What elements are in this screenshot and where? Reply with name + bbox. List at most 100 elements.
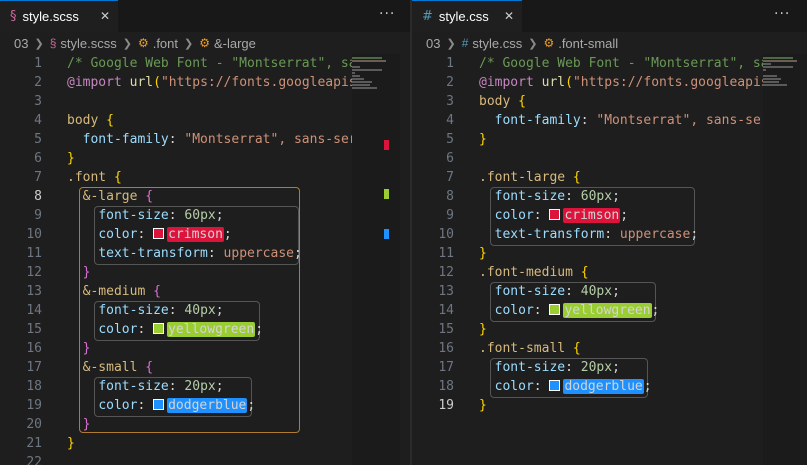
tab-title: style.scss [22, 9, 79, 24]
code-line[interactable] [67, 92, 352, 111]
code-line[interactable]: body { [479, 92, 764, 111]
code-line[interactable]: &-large { [67, 187, 352, 206]
code-line[interactable]: .font-medium { [479, 263, 764, 282]
line-number: 7 [446, 170, 454, 185]
code-line[interactable]: font-size: 20px; [67, 377, 352, 396]
line-number: 5 [34, 132, 42, 147]
code-line[interactable] [67, 453, 352, 465]
color-swatch[interactable] [153, 228, 165, 239]
color-marker [384, 229, 389, 239]
code-line[interactable]: font-family: "Montserrat", sans-ser [479, 111, 764, 130]
color-swatch[interactable] [153, 323, 165, 334]
line-number: 8 [446, 189, 454, 204]
css-icon: # [422, 9, 433, 24]
line-number: 22 [26, 455, 42, 465]
code-line[interactable]: color: yellowgreen; [67, 320, 352, 339]
editor-group-right: # style.css ✕ ··· 03 ❯ # style.css ❯ ⚙ .… [412, 0, 807, 465]
code-line[interactable]: color: yellowgreen; [479, 301, 764, 320]
code-line[interactable]: } [67, 339, 352, 358]
code-line[interactable]: .font-small { [479, 339, 764, 358]
line-number: 18 [26, 379, 42, 394]
symbol-class-icon: ⚙ [199, 36, 210, 50]
breadcrumb-folder[interactable]: 03 [14, 36, 28, 51]
code-line[interactable]: } [67, 263, 352, 282]
code-line[interactable]: color: dodgerblue; [479, 377, 764, 396]
code-line[interactable]: color: dodgerblue; [67, 396, 352, 415]
line-number: 10 [438, 227, 454, 242]
line-number: 19 [438, 398, 454, 413]
line-number: 16 [438, 341, 454, 356]
line-number: 14 [26, 303, 42, 318]
color-marker [384, 140, 389, 150]
color-swatch[interactable] [549, 380, 561, 391]
line-number: 17 [26, 360, 42, 375]
code-line[interactable]: /* Google Web Font - "Montserrat", sa [67, 54, 352, 73]
minimap[interactable] [763, 54, 807, 465]
overview-ruler[interactable] [384, 54, 410, 465]
code-line[interactable]: color: crimson; [67, 225, 352, 244]
line-number: 18 [438, 379, 454, 394]
code-line[interactable] [479, 149, 764, 168]
code-line[interactable]: } [479, 130, 764, 149]
code-line[interactable]: /* Google Web Font - "Montserrat", sa [479, 54, 764, 73]
more-actions-icon[interactable]: ··· [774, 6, 790, 22]
line-number: 5 [446, 132, 454, 147]
line-number: 19 [26, 398, 42, 413]
tab-style-css[interactable]: # style.css ✕ [412, 0, 522, 32]
code-line[interactable]: body { [67, 111, 352, 130]
more-actions-icon[interactable]: ··· [379, 6, 395, 22]
breadcrumb-symbol[interactable]: .font-small [558, 36, 618, 51]
breadcrumb-file[interactable]: style.scss [60, 36, 116, 51]
code-line[interactable]: &-small { [67, 358, 352, 377]
close-icon[interactable]: ✕ [504, 9, 514, 23]
code-line[interactable]: @import url("https://fonts.googleapis [479, 73, 764, 92]
line-number: 1 [34, 56, 42, 71]
code-line[interactable]: } [479, 320, 764, 339]
code-editor[interactable]: 1 2 3 4 5 6 7 8 9 10 11 12 13 14 15 16 17 18 19 20 21 22 /* G… [0, 54, 410, 465]
code-line[interactable]: text-transform: uppercase; [479, 225, 764, 244]
breadcrumb-symbol[interactable]: .font [153, 36, 178, 51]
color-swatch[interactable] [549, 209, 561, 220]
chevron-right-icon: ❯ [122, 37, 132, 50]
breadcrumb-folder[interactable]: 03 [426, 36, 440, 51]
code-line[interactable]: &-medium { [67, 282, 352, 301]
code-line[interactable]: } [67, 149, 352, 168]
line-number: 15 [26, 322, 42, 337]
code-line[interactable]: .font { [67, 168, 352, 187]
breadcrumb: 03 ❯ § style.scss ❯ ⚙ .font ❯ ⚙ &-large [0, 32, 410, 54]
color-swatch[interactable] [153, 399, 165, 410]
code-line[interactable]: @import url("https://fonts.googleapis [67, 73, 352, 92]
code-line[interactable]: font-size: 40px; [479, 282, 764, 301]
line-number: 13 [26, 284, 42, 299]
code-text[interactable]: /* Google Web Font - "Montserrat", sa @im… [479, 54, 764, 415]
breadcrumb-symbol[interactable]: &-large [214, 36, 256, 51]
code-line[interactable]: .font-large { [479, 168, 764, 187]
code-line[interactable]: color: crimson; [479, 206, 764, 225]
breadcrumb-file[interactable]: style.css [472, 36, 522, 51]
code-line[interactable]: font-size: 40px; [67, 301, 352, 320]
code-line[interactable]: text-transform: uppercase; [67, 244, 352, 263]
breadcrumb: 03 ❯ # style.css ❯ ⚙ .font-small [412, 32, 807, 54]
code-line[interactable]: font-size: 60px; [479, 187, 764, 206]
line-number: 7 [34, 170, 42, 185]
chevron-right-icon: ❯ [528, 37, 538, 50]
code-line[interactable]: } [479, 396, 764, 415]
tab-style-scss[interactable]: § style.scss ✕ [0, 0, 118, 32]
code-editor[interactable]: 1 2 3 4 5 6 7 8 9 10 11 12 13 14 15 16 17 18 19 /* Google … [412, 54, 807, 465]
symbol-class-icon: ⚙ [137, 36, 149, 50]
code-line[interactable]: } [67, 434, 352, 453]
minimap[interactable] [352, 54, 400, 465]
code-line[interactable]: font-family: "Montserrat", sans-ser [67, 130, 352, 149]
line-number: 11 [438, 246, 454, 261]
code-line[interactable]: } [67, 415, 352, 434]
line-number: 3 [446, 94, 454, 109]
close-icon[interactable]: ✕ [100, 9, 110, 23]
line-number: 21 [26, 436, 42, 451]
code-line[interactable]: font-size: 60px; [67, 206, 352, 225]
line-number: 16 [26, 341, 42, 356]
code-text[interactable]: /* Google Web Font - "Montserrat", sa @im… [67, 54, 352, 465]
color-swatch[interactable] [549, 304, 561, 315]
line-number: 6 [34, 151, 42, 166]
code-line[interactable]: } [479, 244, 764, 263]
code-line[interactable]: font-size: 20px; [479, 358, 764, 377]
